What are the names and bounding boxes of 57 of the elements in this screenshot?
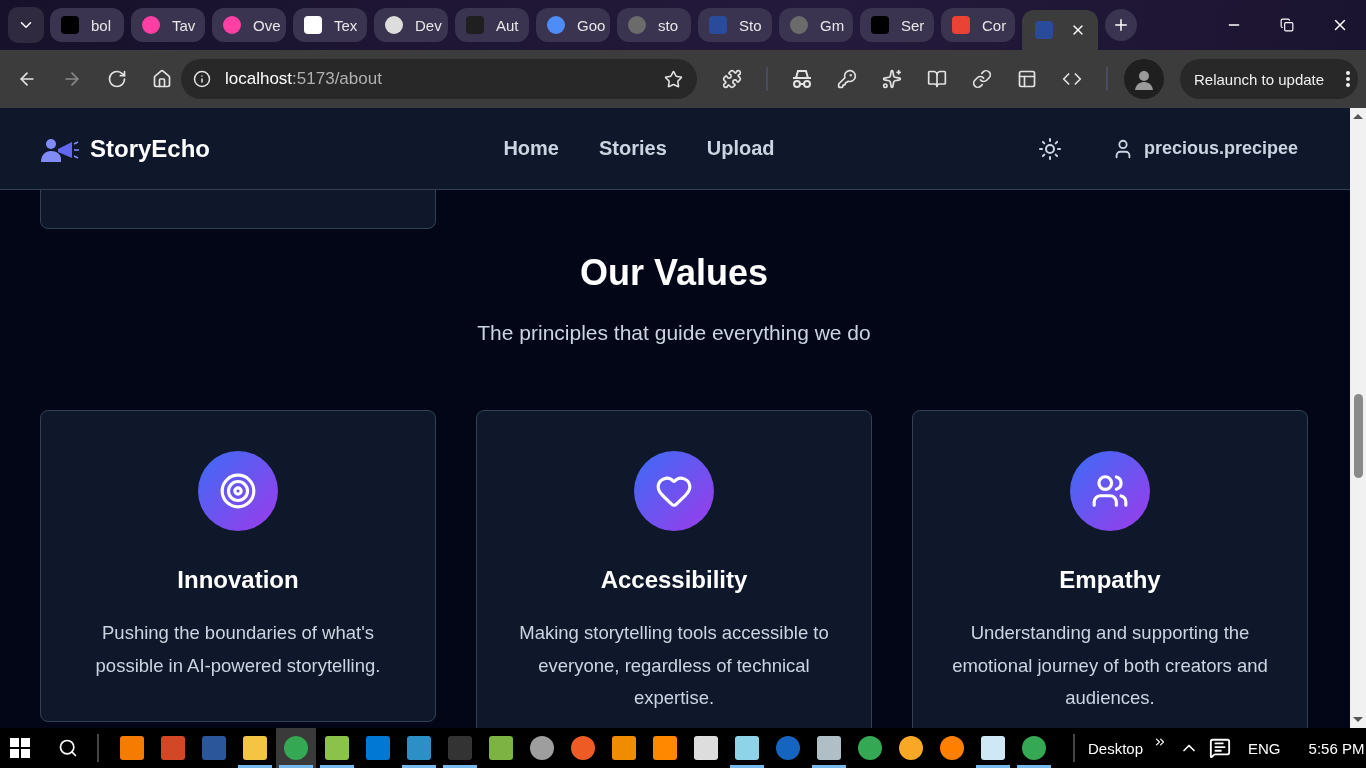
users-icon bbox=[1091, 472, 1129, 510]
layout-icon[interactable] bbox=[1017, 69, 1037, 89]
value-title: Empathy bbox=[1059, 565, 1161, 595]
tab-search-button[interactable] bbox=[8, 7, 44, 43]
key-icon[interactable] bbox=[837, 69, 857, 89]
sparkles-icon[interactable] bbox=[882, 69, 902, 89]
value-description: Pushing the boundaries of what's possible in AI-powered storytelling. bbox=[94, 621, 382, 678]
plus-icon bbox=[1112, 16, 1130, 34]
browser-tab[interactable]: sto bbox=[617, 8, 691, 42]
theme-sun-icon[interactable] bbox=[1037, 136, 1062, 161]
browser-tab[interactable]: Goo bbox=[536, 8, 610, 42]
value-title: Accessibility bbox=[600, 565, 748, 595]
nav-link[interactable]: Upload bbox=[706, 137, 775, 160]
browser-tab[interactable]: Ove bbox=[212, 8, 286, 42]
desktop-toolbar-label[interactable]: Desktop bbox=[1088, 739, 1144, 757]
target-icon bbox=[219, 472, 257, 510]
browser-tab[interactable]: Tav bbox=[131, 8, 205, 42]
value-description: Understanding and supporting the emotional journey of both creators and audiences. bbox=[951, 621, 1269, 710]
extensions-icon[interactable] bbox=[722, 69, 742, 89]
search-icon[interactable] bbox=[58, 738, 78, 758]
book-icon[interactable] bbox=[927, 69, 947, 89]
value-title: Innovation bbox=[177, 565, 299, 595]
home-icon[interactable] bbox=[152, 69, 172, 89]
new-tab-button[interactable] bbox=[1105, 9, 1137, 41]
bookmark-star-icon[interactable] bbox=[664, 69, 683, 89]
reload-icon[interactable] bbox=[107, 69, 127, 89]
info-icon[interactable] bbox=[193, 70, 211, 88]
browser-tab[interactable]: bol bbox=[50, 8, 124, 42]
browser-tab[interactable]: Tex bbox=[293, 8, 367, 42]
scrollbar[interactable] bbox=[1350, 108, 1366, 728]
url-path: :5173/about bbox=[292, 69, 382, 89]
browser-tab[interactable]: Sto bbox=[698, 8, 772, 42]
profile-avatar[interactable] bbox=[1124, 59, 1164, 99]
user-name[interactable]: precious.precipee bbox=[1143, 138, 1298, 159]
url-host: localhost bbox=[225, 69, 293, 89]
incognito-icon[interactable] bbox=[791, 69, 813, 89]
notification-icon[interactable] bbox=[1209, 737, 1232, 759]
language-indicator[interactable]: ENG bbox=[1248, 739, 1281, 757]
scroll-thumb[interactable] bbox=[1353, 394, 1363, 478]
browser-tab[interactable]: Dev bbox=[374, 8, 448, 42]
browser-tab[interactable]: Aut bbox=[455, 8, 529, 42]
restore-icon[interactable] bbox=[1279, 18, 1294, 32]
nav-link[interactable]: Home bbox=[503, 137, 559, 160]
section-title: Our Values bbox=[578, 251, 770, 295]
value-description: Making storytelling tools accessible to everyone, regardless of technical expertise. bbox=[518, 621, 830, 710]
relaunch-button[interactable]: Relaunch to update bbox=[1180, 59, 1358, 99]
address-bar[interactable]: localhost:5173/about bbox=[181, 59, 697, 99]
section-subtitle: The principles that guide everything we do bbox=[476, 320, 872, 346]
clock-time[interactable]: 5:56 PM bbox=[1308, 739, 1365, 757]
windows-logo-icon bbox=[10, 738, 30, 758]
browser-tab[interactable]: Ser bbox=[860, 8, 934, 42]
browser-tab[interactable]: Cor bbox=[941, 8, 1015, 42]
nav-link[interactable]: Stories bbox=[599, 137, 667, 160]
more-icon bbox=[1346, 71, 1350, 87]
brand-name: StoryEcho bbox=[90, 134, 211, 163]
browser-tab[interactable]: Gm bbox=[779, 8, 853, 42]
link-icon[interactable] bbox=[972, 69, 992, 89]
